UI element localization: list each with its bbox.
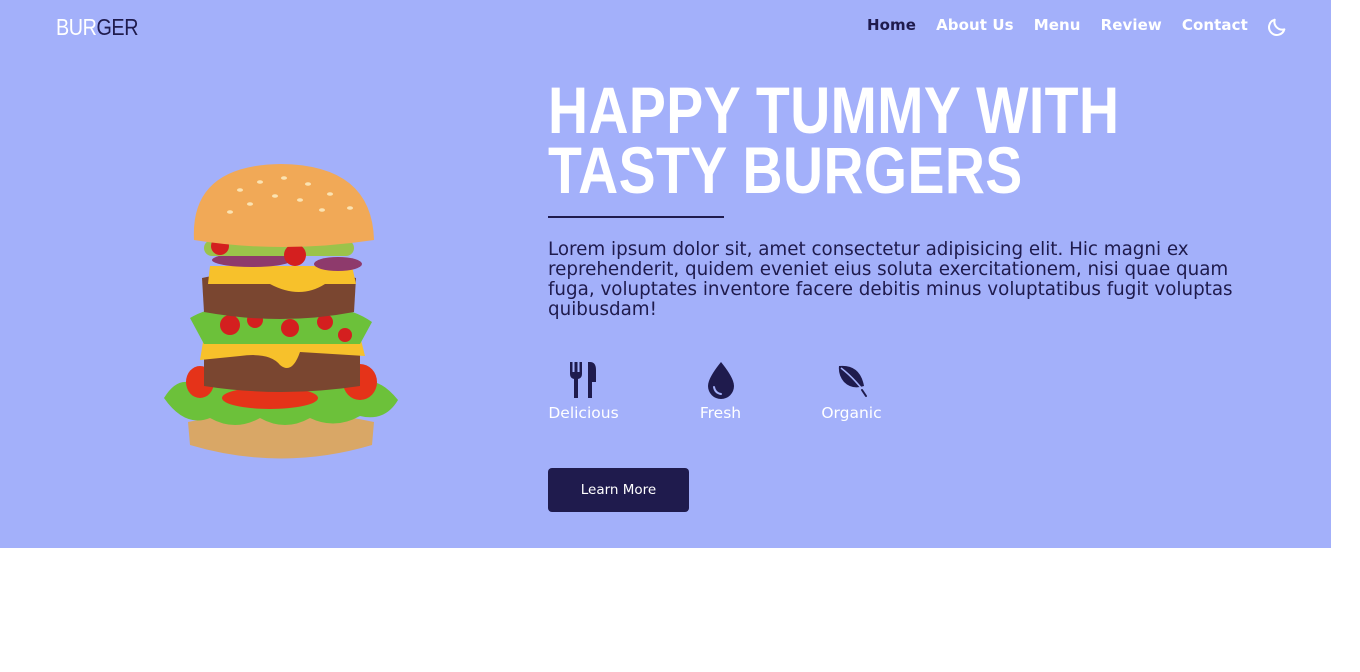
feature-delicious: Delicious <box>548 360 619 422</box>
feature-label: Organic <box>821 404 882 422</box>
nav-menu[interactable]: Menu <box>1034 16 1081 34</box>
nav-review[interactable]: Review <box>1101 16 1162 34</box>
utensils-icon <box>569 362 596 398</box>
learn-more-button[interactable]: Learn More <box>548 468 689 512</box>
nav-home[interactable]: Home <box>867 16 916 34</box>
burger-image <box>164 164 398 459</box>
nav-about-us[interactable]: About Us <box>936 16 1014 34</box>
nav-contact[interactable]: Contact <box>1182 16 1248 34</box>
leaf-icon <box>838 365 867 397</box>
feature-label: Fresh <box>699 404 742 422</box>
theme-toggle-button[interactable] <box>1266 16 1288 38</box>
main-nav: Home About Us Menu Review Contact <box>867 16 1268 34</box>
feature-organic: Organic <box>821 360 882 422</box>
hero-description: Lorem ipsum dolor sit, amet consectetur … <box>548 239 1233 320</box>
logo-part-1: BUR <box>56 14 97 40</box>
logo-part-2: GER <box>96 14 139 40</box>
feature-label: Delicious <box>548 404 619 422</box>
title-divider <box>548 216 724 218</box>
water-drop-icon <box>707 362 734 399</box>
feature-fresh: Fresh <box>699 360 742 422</box>
hero-title: HAPPY TUMMY WITH TASTY BURGERS <box>548 73 1120 207</box>
hero-section: BURGER Home About Us Menu Review Contact <box>0 0 1331 548</box>
moon-icon <box>1268 18 1286 36</box>
logo[interactable]: BURGER <box>56 14 138 41</box>
